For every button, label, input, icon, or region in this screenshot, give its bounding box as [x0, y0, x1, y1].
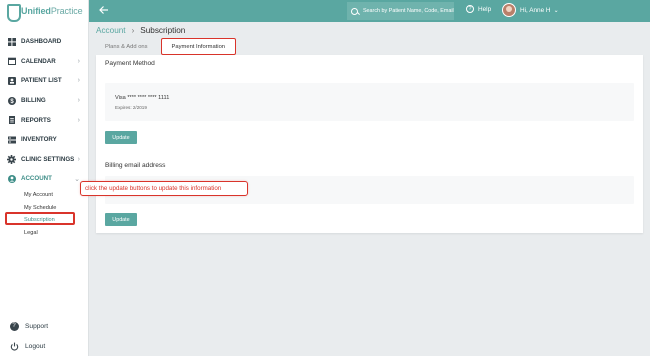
card-expiry: Expires: 2/2019	[115, 105, 147, 110]
dashboard-icon	[7, 37, 16, 46]
sidebar-footer: ? Support Logout	[0, 316, 89, 356]
reports-icon	[7, 116, 16, 125]
logo-icon	[6, 4, 21, 22]
payment-panel: Payment Method Visa **** **** **** 1111 …	[96, 55, 643, 233]
power-icon	[9, 341, 19, 351]
sidebar-item-patient-list[interactable]: PATIENT LIST ›	[0, 71, 88, 91]
help-button[interactable]: ? Help	[466, 5, 491, 13]
help-icon: ?	[466, 5, 474, 13]
help-circle-icon: ?	[9, 321, 19, 331]
support-link[interactable]: ? Support	[0, 316, 89, 336]
inventory-icon	[7, 135, 16, 144]
gear-icon	[7, 154, 16, 164]
back-arrow-icon[interactable]	[99, 5, 108, 17]
tab-plans-add-ons[interactable]: Plans & Add ons	[96, 38, 157, 55]
sidebar-item-billing[interactable]: $ BILLING ›	[0, 91, 88, 111]
search-input[interactable]	[362, 8, 454, 14]
sidebar-item-reports[interactable]: REPORTS ›	[0, 110, 88, 130]
sidebar: UnifiedPractice DASHBOARD CALENDAR › PAT…	[0, 0, 89, 356]
chevron-right-icon: ›	[131, 26, 135, 35]
submenu-item-legal[interactable]: Legal	[24, 227, 88, 240]
chevron-down-icon: ⌄	[74, 175, 80, 183]
update-payment-button[interactable]: Update	[105, 131, 137, 144]
sidebar-item-label: BILLING	[21, 97, 46, 105]
search-icon	[351, 7, 358, 15]
sidebar-item-label: ACCOUNT	[21, 175, 52, 183]
sidebar-item-calendar[interactable]: CALENDAR ›	[0, 52, 88, 72]
sidebar-item-label: CALENDAR	[21, 57, 56, 65]
payment-method-title: Payment Method	[105, 60, 155, 67]
logo-text: UnifiedPractice	[21, 6, 83, 16]
sidebar-nav: DASHBOARD CALENDAR › PATIENT LIST › $ BI…	[0, 32, 88, 189]
sidebar-item-label: PATIENT LIST	[21, 77, 62, 85]
submenu-item-my-account[interactable]: My Account	[24, 189, 88, 202]
update-billing-email-button[interactable]: Update	[105, 213, 137, 226]
chevron-right-icon: ›	[77, 57, 80, 65]
logout-link[interactable]: Logout	[0, 336, 89, 356]
subscription-highlight-box	[5, 212, 75, 225]
billing-dollar-icon: $	[7, 96, 16, 105]
support-label: Support	[25, 322, 49, 330]
patient-search	[347, 2, 454, 20]
sidebar-item-dashboard[interactable]: DASHBOARD	[0, 32, 88, 52]
chevron-right-icon: ›	[77, 116, 80, 124]
patient-list-icon	[7, 76, 16, 85]
sidebar-item-account[interactable]: ACCOUNT ⌄	[0, 169, 88, 189]
account-icon	[7, 174, 16, 183]
instruction-callout: click the update buttons to update this …	[80, 181, 248, 196]
user-greeting: Hi, Anne H	[520, 6, 551, 14]
chevron-right-icon: ›	[77, 155, 80, 163]
sidebar-item-clinic-settings[interactable]: CLINIC SETTINGS ›	[0, 150, 88, 170]
chevron-right-icon: ›	[77, 77, 80, 85]
sidebar-item-label: CLINIC SETTINGS	[21, 155, 75, 163]
subscription-tabs: Plans & Add ons Payment Information	[96, 38, 237, 55]
card-number: Visa **** **** **** 1111	[115, 95, 170, 101]
sidebar-item-inventory[interactable]: INVENTORY	[0, 130, 88, 150]
sidebar-item-label: DASHBOARD	[21, 38, 62, 46]
avatar	[502, 3, 516, 17]
calendar-icon	[7, 57, 16, 66]
page-title: Subscription	[140, 26, 186, 35]
sidebar-item-label: REPORTS	[21, 116, 51, 124]
help-label: Help	[478, 5, 492, 13]
logout-label: Logout	[25, 342, 46, 350]
breadcrumb: Account › Subscription	[96, 26, 185, 35]
payment-card-box: Visa **** **** **** 1111 Expires: 2/2019	[105, 83, 634, 121]
chevron-right-icon: ›	[77, 97, 80, 105]
chevron-down-icon: ⌄	[553, 7, 559, 14]
breadcrumb-account-link[interactable]: Account	[96, 26, 126, 35]
tab-payment-information[interactable]: Payment Information	[160, 38, 237, 55]
app-logo[interactable]: UnifiedPractice	[0, 0, 88, 22]
user-menu[interactable]: Hi, Anne H ⌄	[502, 3, 559, 17]
sidebar-item-label: INVENTORY	[21, 136, 57, 144]
billing-email-title: Billing email address	[105, 162, 166, 169]
